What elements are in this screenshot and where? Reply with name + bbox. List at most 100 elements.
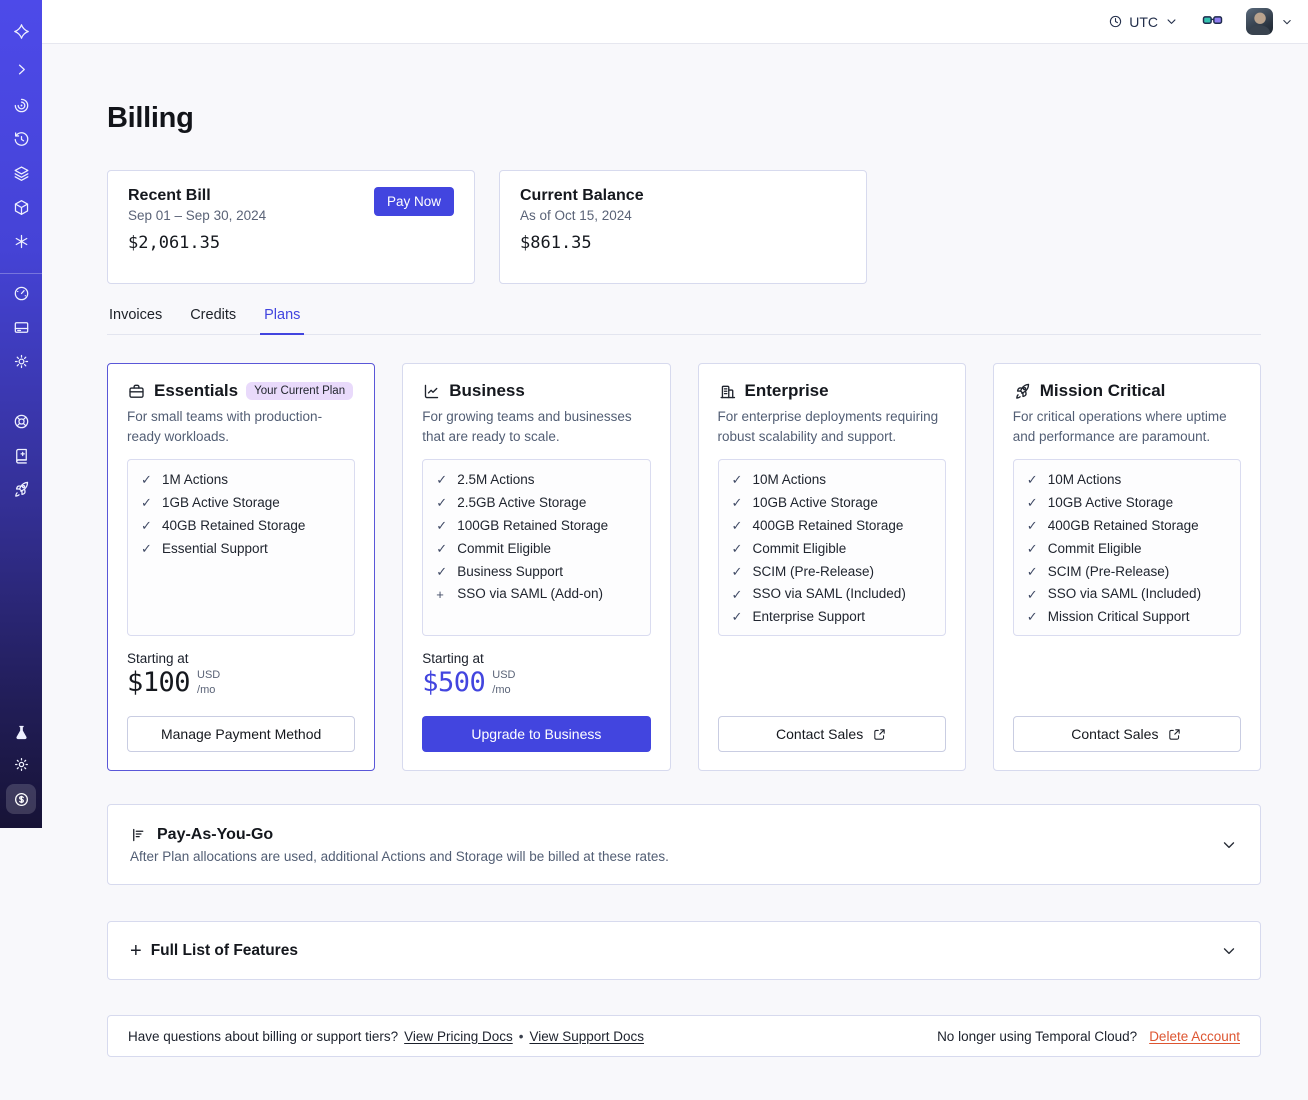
page-title: Billing bbox=[107, 102, 194, 134]
check-icon: ✓ bbox=[141, 472, 152, 488]
feature-text: Commit Eligible bbox=[1047, 540, 1142, 556]
chevron-down-icon bbox=[1167, 19, 1176, 24]
feature-item: ✓ SCIM (Pre-Release) bbox=[1026, 563, 1234, 580]
plan-currency: USD bbox=[197, 669, 221, 682]
check-icon: ✓ bbox=[1026, 563, 1038, 579]
feature-text: 100GB Retained Storage bbox=[457, 517, 609, 533]
billing-footer: Have questions about billing or support … bbox=[107, 1015, 1261, 1057]
check-icon: ✓ bbox=[731, 540, 743, 556]
docs-icon[interactable] bbox=[11, 445, 31, 465]
check-icon: ✓ bbox=[731, 495, 743, 511]
check-icon: ✓ bbox=[731, 518, 743, 534]
tab-plans[interactable]: Plans bbox=[260, 307, 305, 335]
feature-item: ✓ 40GB Retained Storage bbox=[141, 518, 348, 534]
account-menu[interactable] bbox=[1246, 8, 1294, 35]
check-icon: ✓ bbox=[731, 586, 743, 602]
upgrade-to-business-button[interactable]: Upgrade to Business bbox=[422, 716, 651, 752]
plan-name: Business bbox=[449, 381, 525, 400]
billing-card-icon[interactable] bbox=[11, 317, 31, 337]
avatar bbox=[1246, 8, 1273, 35]
clock-icon bbox=[1110, 15, 1122, 28]
pay-as-you-go-accordion[interactable]: Pay-As-You-Go After Plan allocations are… bbox=[107, 804, 1261, 885]
chevron-down-icon[interactable] bbox=[1220, 836, 1238, 854]
current-balance-asof: As of Oct 15, 2024 bbox=[520, 208, 632, 223]
settings-icon[interactable] bbox=[11, 351, 31, 371]
footer-right-text: No longer using Temporal Cloud? bbox=[937, 1028, 1138, 1044]
tab-invoices[interactable]: Invoices bbox=[107, 307, 164, 334]
plan-card-essentials: Essentials Your Current Plan For small t… bbox=[107, 363, 376, 771]
feature-text: 400GB Retained Storage bbox=[1047, 517, 1199, 533]
feature-item: ✓ SCIM (Pre-Release) bbox=[732, 563, 939, 580]
usage-icon[interactable] bbox=[11, 283, 31, 303]
temporal-logo-icon[interactable] bbox=[11, 21, 31, 41]
feature-item: ✓ Enterprise Support bbox=[731, 609, 939, 625]
feature-text: 10M Actions bbox=[752, 472, 827, 488]
plan-name: Enterprise bbox=[744, 381, 829, 400]
price-block: Starting at $500 USD /mo bbox=[422, 651, 650, 698]
feature-text: 400GB Retained Storage bbox=[752, 517, 904, 533]
timezone-selector[interactable]: UTC bbox=[1108, 14, 1179, 30]
feature-item: ✓ 10GB Active Storage bbox=[731, 494, 939, 511]
labs-icon[interactable] bbox=[11, 722, 31, 742]
manage-payment-method-button[interactable]: Manage Payment Method bbox=[127, 716, 356, 752]
chevron-down-icon[interactable] bbox=[1220, 942, 1238, 960]
feature-text: SCIM (Pre-Release) bbox=[752, 563, 875, 579]
nexus-icon[interactable] bbox=[11, 231, 31, 251]
plus-icon: + bbox=[436, 586, 444, 602]
plan-name: Essentials bbox=[154, 381, 239, 400]
check-icon: ✓ bbox=[731, 609, 743, 625]
plan-card-mission-critical: Mission Critical For critical operations… bbox=[992, 363, 1261, 771]
pay-now-button[interactable]: Pay Now bbox=[373, 187, 454, 216]
glasses-icon[interactable] bbox=[1201, 10, 1224, 33]
current-balance-card: Current Balance As of Oct 15, 2024 $861.… bbox=[499, 170, 867, 284]
current-balance-title: Current Balance bbox=[520, 187, 644, 204]
plan-description: For growing teams and businesses that ar… bbox=[422, 409, 632, 444]
contact-sales-button[interactable]: Contact Sales bbox=[717, 716, 946, 752]
check-icon: ✓ bbox=[141, 495, 152, 511]
plan-name: Mission Critical bbox=[1039, 381, 1166, 400]
feature-item: ✓ Commit Eligible bbox=[436, 541, 643, 557]
check-icon: ✓ bbox=[1026, 586, 1038, 602]
check-icon: ✓ bbox=[731, 472, 743, 488]
feature-box: ✓ 10M Actions ✓ 10GB Active Storage ✓ 400GB R… bbox=[1012, 459, 1241, 637]
full-feature-list-accordion[interactable]: + Full List of Features bbox=[107, 921, 1261, 980]
contact-sales-button[interactable]: Contact Sales bbox=[1012, 716, 1241, 752]
feature-item: ✓ Commit Eligible bbox=[1027, 540, 1234, 557]
getting-started-icon[interactable] bbox=[11, 479, 31, 499]
contact-sales-label: Contact Sales bbox=[776, 726, 864, 742]
view-support-docs-link[interactable]: View Support Docs bbox=[529, 1029, 644, 1044]
chevron-down-icon bbox=[1283, 19, 1291, 24]
feature-text: Business Support bbox=[457, 563, 564, 579]
billing-dollar-icon[interactable] bbox=[6, 784, 36, 814]
plan-card-enterprise: Enterprise For enterprise deployments re… bbox=[697, 363, 966, 771]
footer-question: Have questions about billing or support … bbox=[128, 1028, 399, 1044]
feature-text: 10GB Active Storage bbox=[752, 494, 878, 510]
summary-row: Recent Bill Sep 01 – Sep 30, 2024 Pay No… bbox=[107, 170, 1261, 284]
delete-account-link[interactable]: Delete Account bbox=[1149, 1029, 1240, 1044]
accordion-title: Pay-As-You-Go bbox=[157, 825, 274, 843]
check-icon: ✓ bbox=[436, 563, 448, 579]
feature-text: Enterprise Support bbox=[752, 609, 866, 625]
feature-text: Mission Critical Support bbox=[1047, 609, 1190, 625]
feature-item: ✓ Mission Critical Support bbox=[1027, 609, 1234, 625]
feature-item: ✓ SSO via SAML (Included) bbox=[1026, 586, 1234, 602]
workers-icon[interactable] bbox=[11, 197, 31, 217]
plan-price: $500 bbox=[422, 667, 486, 699]
schedules-icon[interactable] bbox=[11, 129, 31, 149]
feature-text: 10M Actions bbox=[1047, 472, 1122, 488]
rocket-icon bbox=[1015, 383, 1029, 399]
namespaces-icon[interactable] bbox=[11, 95, 31, 115]
feature-item: ✓ 10M Actions bbox=[1027, 472, 1234, 488]
accordion-subtitle: After Plan allocations are used, additio… bbox=[130, 848, 669, 864]
briefcase-icon bbox=[129, 384, 144, 398]
theme-icon[interactable] bbox=[11, 754, 31, 774]
tab-credits[interactable]: Credits bbox=[188, 307, 238, 334]
deployments-icon[interactable] bbox=[11, 163, 31, 183]
chevron-right-icon[interactable] bbox=[11, 59, 31, 79]
footer-separator: • bbox=[518, 1028, 524, 1044]
view-pricing-docs-link[interactable]: View Pricing Docs bbox=[404, 1029, 513, 1044]
feature-item: ✓ 2.5M Actions bbox=[436, 472, 643, 488]
feature-text: SSO via SAML (Included) bbox=[752, 586, 906, 602]
support-icon[interactable] bbox=[11, 411, 31, 431]
feature-text: SSO via SAML (Included) bbox=[1047, 586, 1202, 602]
